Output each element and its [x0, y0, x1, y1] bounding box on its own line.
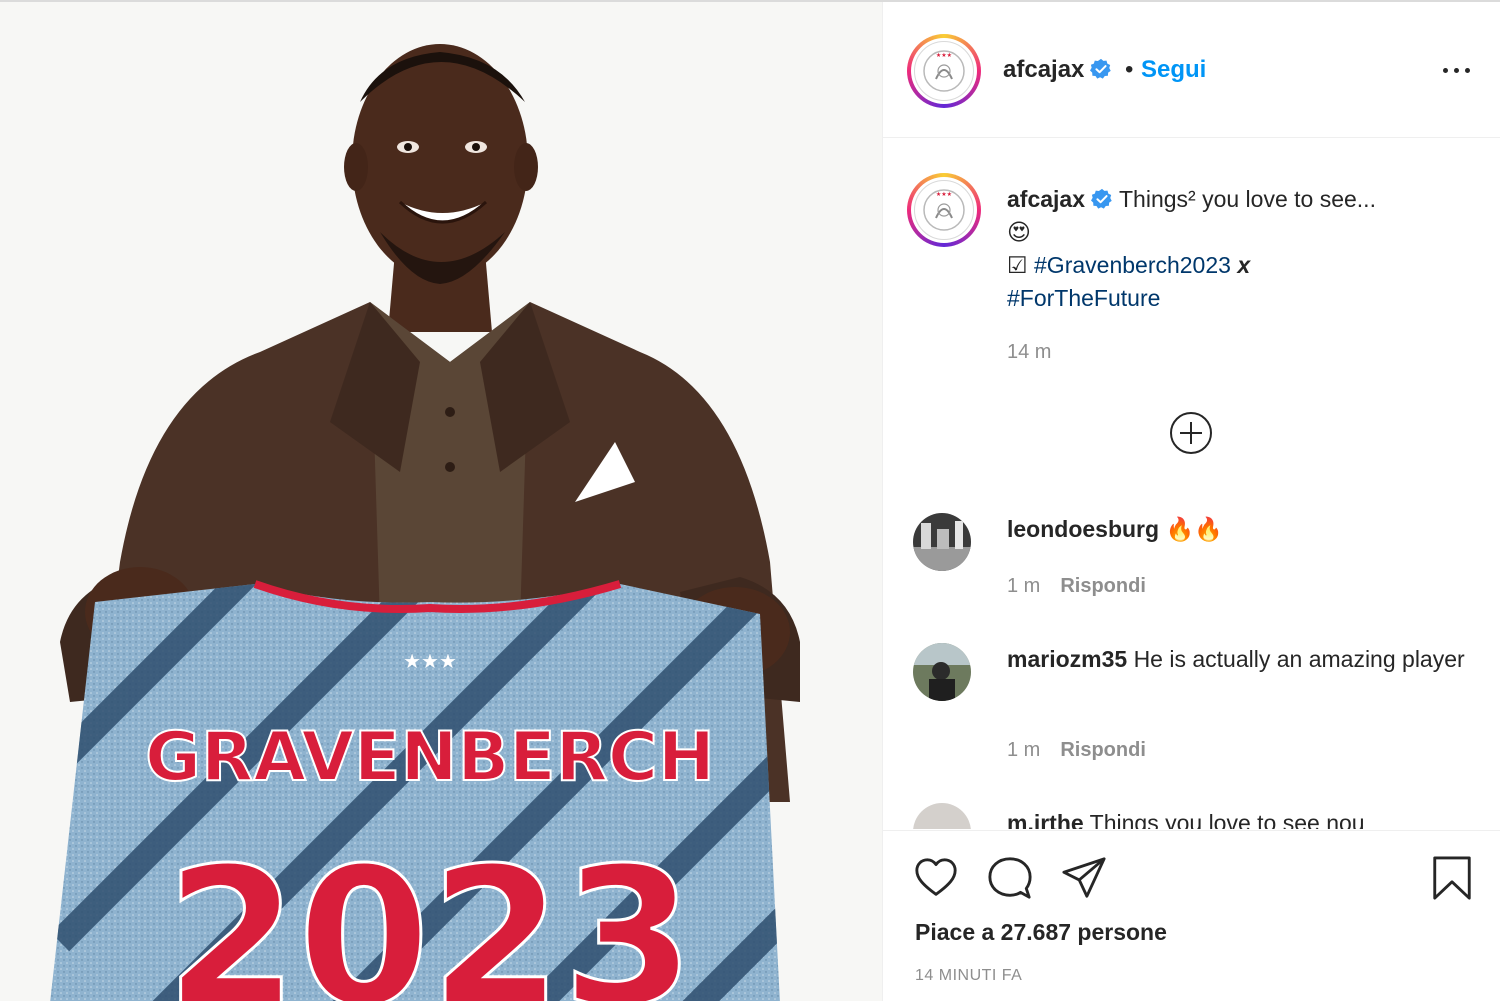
svg-text:★★★: ★★★ — [936, 52, 952, 59]
shirt-number-text: 2023 — [166, 827, 695, 1001]
comment-avatar[interactable] — [913, 513, 971, 571]
comment-time[interactable]: 1 m — [1007, 575, 1040, 597]
comments-section[interactable]: ★★★ afcajax Things² you love to see... 😍… — [883, 139, 1500, 829]
ajax-logo-icon: ★★★ — [923, 50, 965, 92]
svg-text:★★★: ★★★ — [936, 191, 952, 198]
bookmark-icon[interactable] — [1429, 855, 1475, 901]
comment-time[interactable]: 1 m — [1007, 739, 1040, 761]
comment-avatar[interactable] — [913, 643, 971, 701]
header-separator: • — [1125, 56, 1134, 83]
paper-plane-icon[interactable] — [1061, 855, 1107, 901]
comment-text: m.irthe Things you love to see nou — [1007, 807, 1467, 829]
comment-meta: 1 m Rispondi — [1007, 739, 1146, 762]
hashtag-gravenberch2023[interactable]: #Gravenberch2023 — [1034, 252, 1231, 278]
plus-circle-icon[interactable] — [1169, 411, 1213, 455]
post-side-panel: ★★★ afcajax • Segui ★★★ afcajax Things² … — [882, 2, 1500, 1001]
post-timestamp[interactable]: 14 MINUTI FA — [915, 967, 1022, 985]
more-options-icon[interactable] — [1439, 54, 1475, 86]
comment-meta: 1 m Rispondi — [1007, 575, 1146, 598]
user-photo-icon — [913, 513, 971, 571]
caption-x-mark: x — [1237, 252, 1251, 278]
comment-icon[interactable] — [987, 855, 1033, 901]
post-header: ★★★ afcajax • Segui — [883, 2, 1500, 138]
caption-timestamp[interactable]: 14 m — [1007, 341, 1051, 364]
hashtag-forthefuture[interactable]: #ForTheFuture — [1007, 285, 1160, 311]
reply-button[interactable]: Rispondi — [1060, 575, 1146, 597]
header-avatar[interactable]: ★★★ — [907, 34, 981, 108]
instagram-post: ★★★ GRAVENBERCH 2023 ★★★ afcajax • Segui… — [0, 0, 1500, 1001]
svg-text:★★★: ★★★ — [403, 649, 457, 673]
shirt-name-text: GRAVENBERCH — [145, 718, 715, 797]
likes-count[interactable]: Piace a 27.687 persone — [915, 919, 1167, 946]
verified-badge-icon — [1091, 188, 1112, 209]
post-caption: afcajax Things² you love to see... 😍 ☑ #… — [1007, 183, 1447, 315]
player-with-shirt-illustration: ★★★ GRAVENBERCH 2023 — [0, 2, 882, 1001]
caption-checkbox: ☑ — [1007, 252, 1028, 278]
comment-avatar[interactable] — [913, 803, 971, 829]
follow-button[interactable]: Segui — [1141, 56, 1206, 84]
header-username[interactable]: afcajax — [1003, 56, 1112, 84]
caption-emoji: 😍 — [1007, 219, 1031, 245]
caption-avatar[interactable]: ★★★ — [907, 173, 981, 247]
comment-text: leondoesburg 🔥🔥 — [1007, 516, 1223, 542]
heart-icon[interactable] — [913, 855, 959, 901]
comment-username[interactable]: m.irthe — [1007, 810, 1084, 829]
post-photo[interactable]: ★★★ GRAVENBERCH 2023 — [0, 2, 882, 1001]
reply-button[interactable]: Rispondi — [1060, 739, 1146, 761]
ajax-logo-icon: ★★★ — [923, 189, 965, 231]
post-actions-footer: Piace a 27.687 persone 14 MINUTI FA — [883, 830, 1500, 1001]
comment-text: mariozm35 He is actually an amazing play… — [1007, 646, 1465, 672]
caption-text: Things² you love to see... — [1119, 186, 1376, 212]
comment-username[interactable]: leondoesburg — [1007, 516, 1159, 542]
comment-username[interactable]: mariozm35 — [1007, 646, 1127, 672]
verified-badge-icon — [1090, 58, 1112, 79]
user-photo-icon — [913, 643, 971, 701]
caption-username[interactable]: afcajax — [1007, 186, 1085, 212]
